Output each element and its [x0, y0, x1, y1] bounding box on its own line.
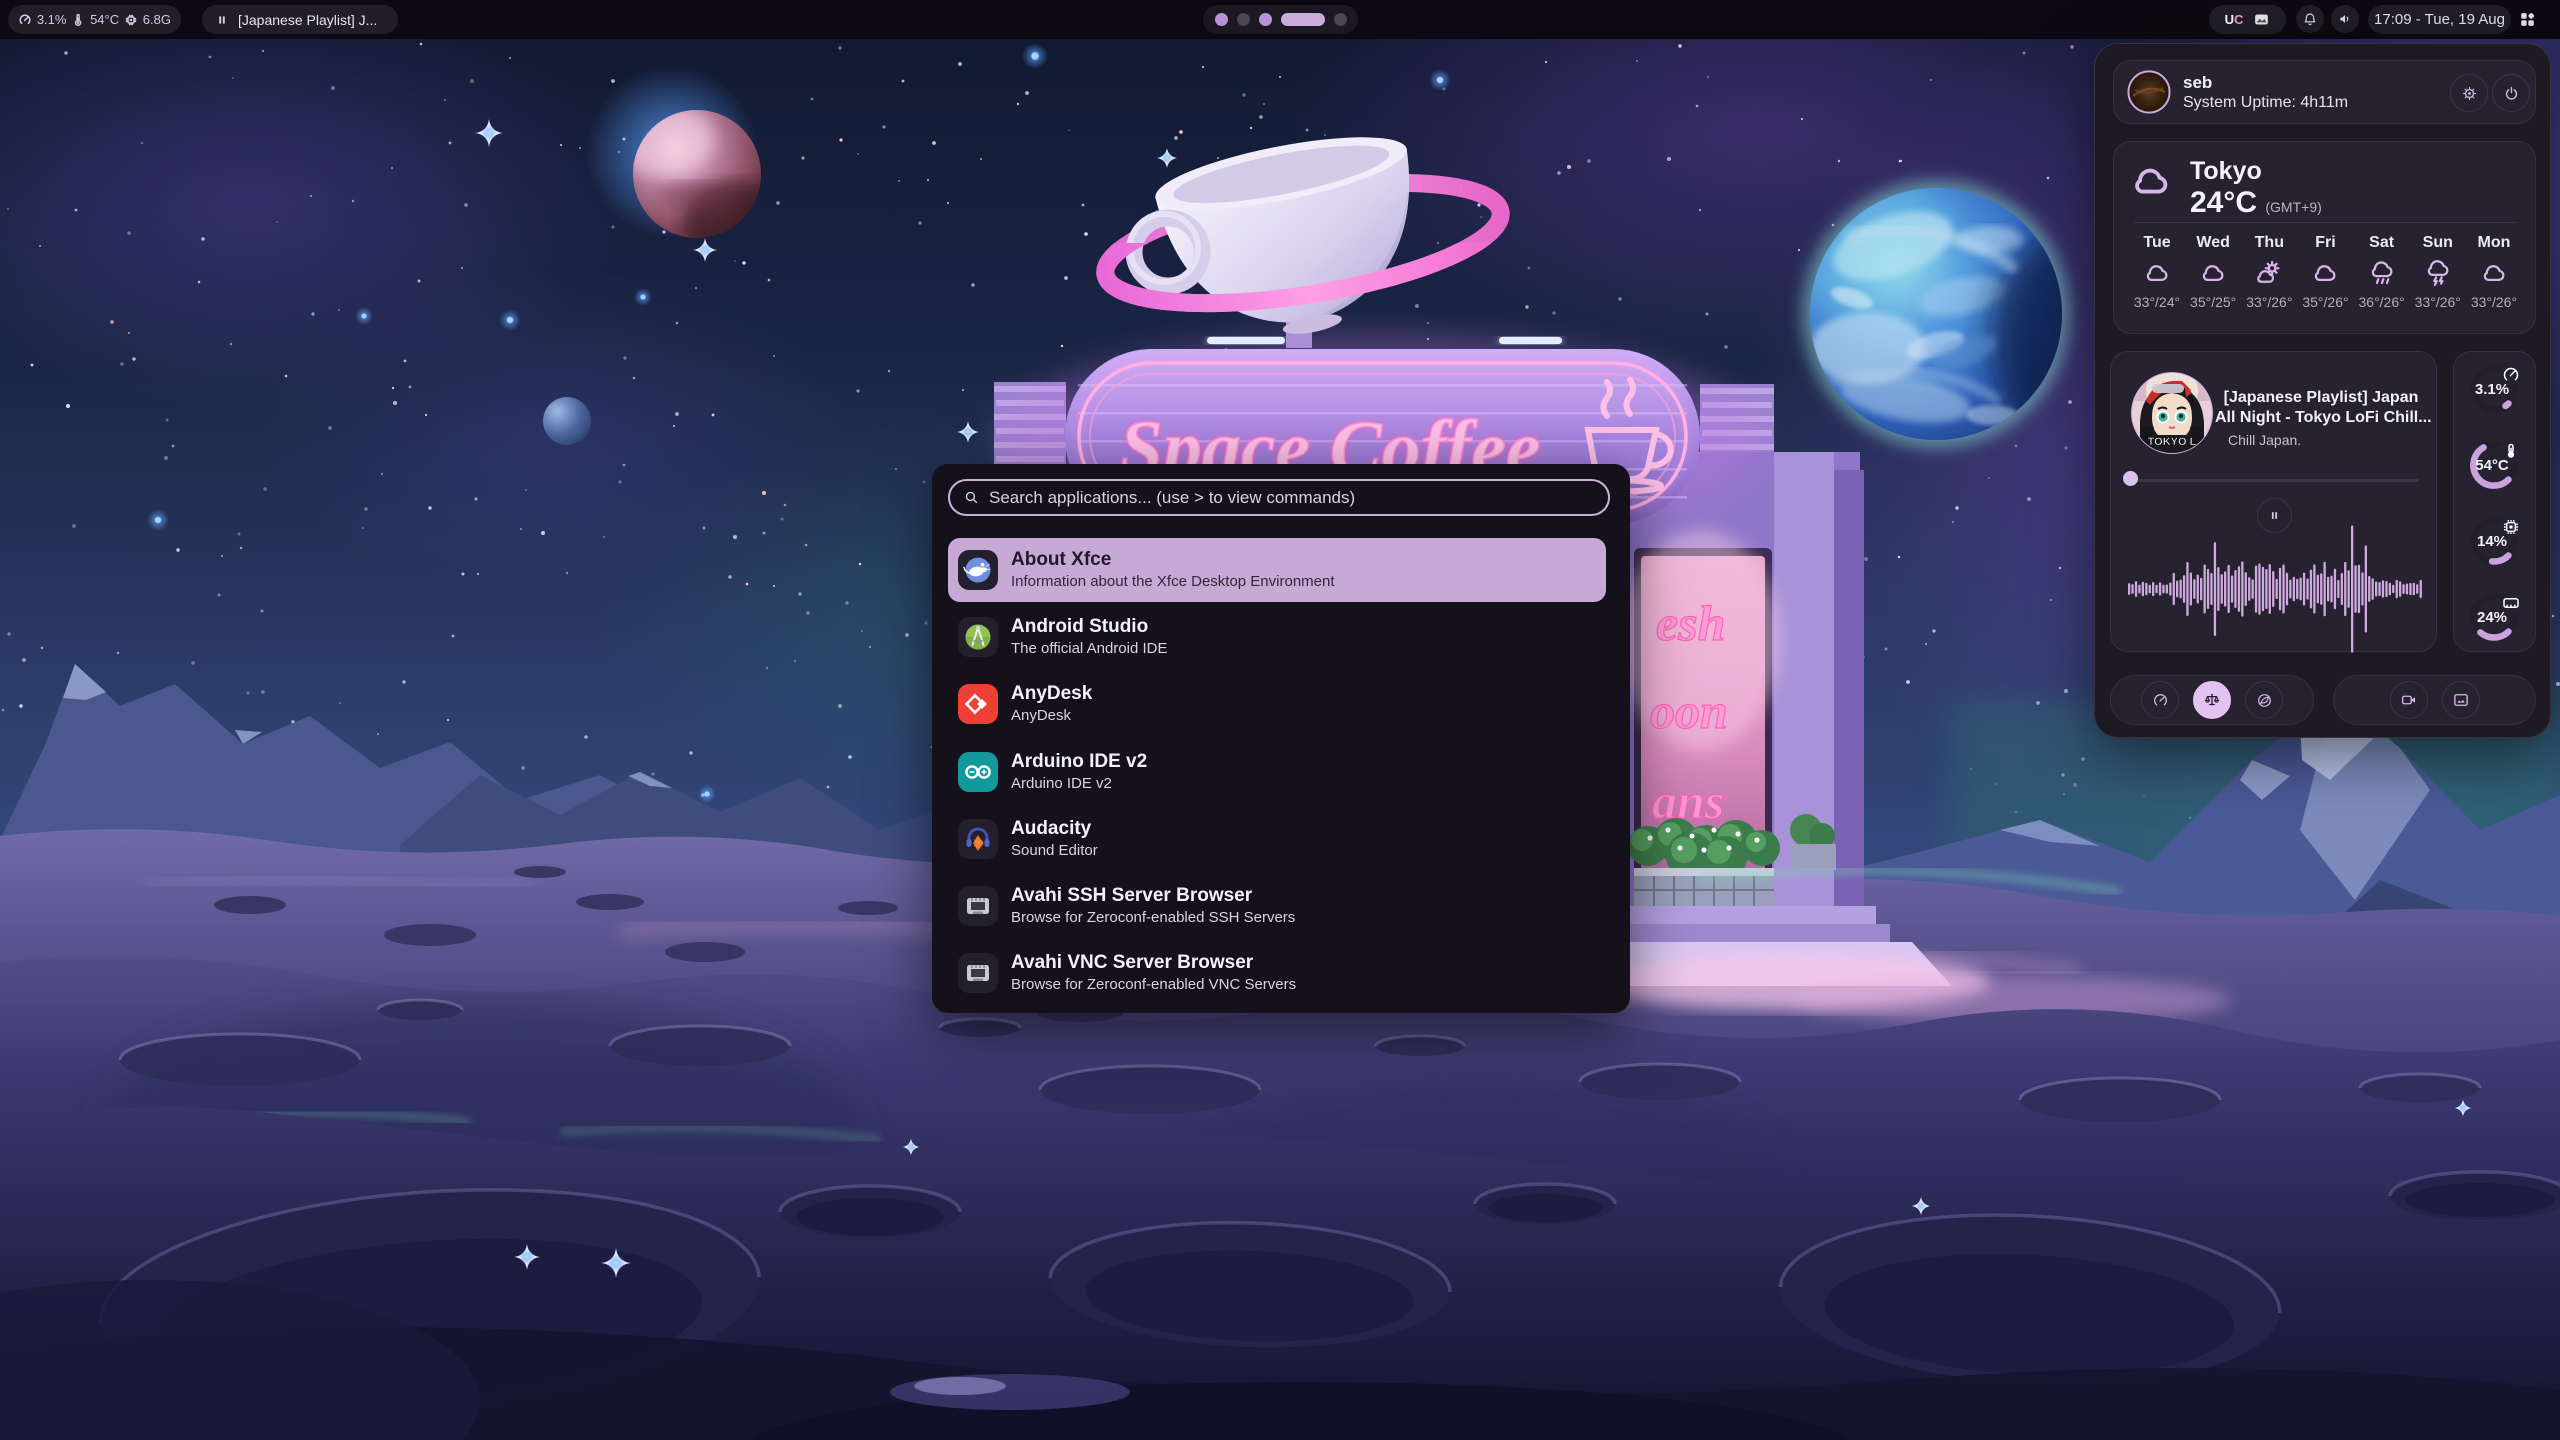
svg-text:14%: 14%	[2477, 533, 2507, 550]
svg-text:ans: ans	[1652, 773, 1724, 829]
svg-text:3.1%: 3.1%	[2475, 381, 2509, 398]
svg-text:24%: 24%	[2477, 609, 2507, 626]
svg-text:oon: oon	[1650, 683, 1728, 739]
svg-text:esh: esh	[1656, 595, 1725, 651]
svg-text:54°C: 54°C	[2475, 457, 2509, 474]
